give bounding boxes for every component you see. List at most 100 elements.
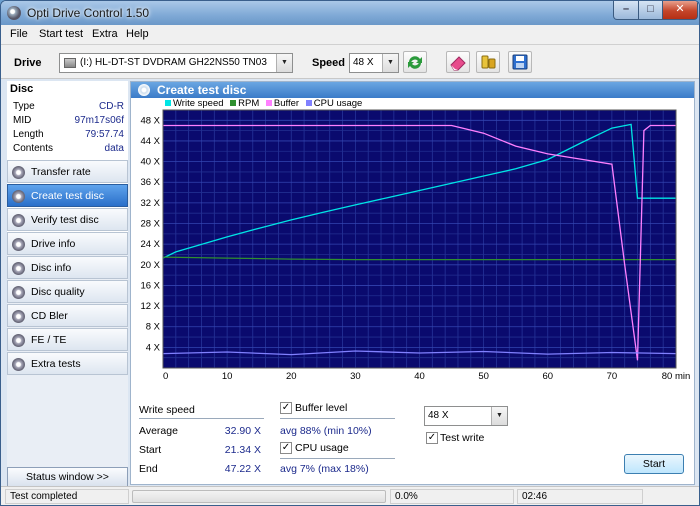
legend-label: CPU usage [313,98,363,109]
y-tick-label: 8 X [146,322,161,333]
end-value: 47.22 X [224,463,261,475]
x-tick-label: 0 [163,371,168,382]
refresh-button[interactable] [403,51,427,73]
disc-field-mid: MID 97m17s06f [13,115,124,126]
menu-file[interactable]: File [10,28,28,40]
sidebar-item-label: CD Bler [31,310,68,322]
disc-icon [12,262,25,275]
status-window-button[interactable]: Status window >> [7,467,128,487]
chevron-down-icon: ▼ [276,54,292,72]
sidebar-item-transfer-rate[interactable]: Transfer rate [7,160,128,183]
disc-icon [12,190,25,203]
legend-label: RPM [238,98,260,109]
save-icon [512,54,528,70]
y-tick-label: 4 X [146,342,161,353]
sidebar-item-disc-info[interactable]: Disc info [7,256,128,279]
buffer-level-value: avg 88% (min 10%) [280,425,372,437]
sidebar-item-drive-info[interactable]: Drive info [7,232,128,255]
main-panel: Create test disc Write speed RPM Buffer … [130,81,695,485]
disc-icon [12,334,25,347]
progress-bar [132,490,386,503]
title-bar[interactable]: Opti Drive Control 1.50 – □ ✕ [1,1,699,25]
x-tick-label: 40 [414,371,425,382]
disc-icon [12,310,25,323]
sidebar-item-create-test-disc[interactable]: Create test disc [7,184,128,207]
window-title: Opti Drive Control 1.50 [27,6,150,20]
x-tick-label: 30 [350,371,361,382]
menu-extra[interactable]: Extra [92,28,118,40]
field-value: CD-R [99,101,124,112]
sidebar-item-disc-quality[interactable]: Disc quality [7,280,128,303]
tools-button[interactable] [476,51,500,73]
tools-icon [481,55,496,69]
field-key: Contents [13,143,54,154]
app-window: Opti Drive Control 1.50 – □ ✕ File Start… [0,0,700,506]
progress-percent: 0.0% [390,489,514,504]
test-write-label: Test write [440,432,485,444]
disc-icon [138,84,150,96]
average-label: Average [139,425,178,437]
x-tick-label: 80 min [662,371,691,382]
divider [280,418,395,419]
toolbar: Drive (I:) HL-DT-ST DVDRAM GH22NS50 TN03… [1,45,699,79]
sidebar-item-cd-bler[interactable]: CD Bler [7,304,128,327]
y-tick-label: 44 X [140,136,160,147]
x-tick-label: 20 [286,371,297,382]
start-button[interactable]: Start [624,454,684,474]
drive-label: Drive [14,57,42,69]
x-tick-label: 50 [478,371,489,382]
disc-heading: Disc [7,81,128,97]
minimize-button[interactable]: – [613,1,639,20]
erase-button[interactable] [446,51,470,73]
maximize-button[interactable]: □ [638,1,663,20]
cpu-usage-label: CPU usage [295,442,349,454]
sidebar-item-fe-te[interactable]: FE / TE [7,328,128,351]
chevron-down-icon: ▼ [382,54,398,72]
chart-area: Write speed RPM Buffer CPU usage 4 X 8 X 1… [131,98,694,398]
field-value: 97m17s06f [74,115,124,126]
status-message: Test completed [5,489,129,504]
cpu-usage-checkbox[interactable]: ✓ [280,442,292,454]
legend-item-buffer: Buffer [265,98,299,109]
y-tick-label: 40 X [140,157,160,168]
sidebar-item-label: Disc quality [31,286,85,298]
speed-select[interactable]: 48 X ▼ [349,53,399,73]
legend-swatch [230,100,237,106]
test-speed-value: 48 X [428,410,449,421]
field-key: Type [13,101,35,112]
results-panel: Write speed Average 32.90 X Start 21.34 … [131,398,694,484]
y-tick-label: 12 X [140,301,160,312]
drive-select[interactable]: (I:) HL-DT-ST DVDRAM GH22NS50 TN03 ▼ [59,53,293,73]
disc-icon [12,166,25,179]
sidebar-item-verify-test-disc[interactable]: Verify test disc [7,208,128,231]
menu-bar: File Start test Extra Help [1,25,699,45]
test-speed-select[interactable]: 48 X ▼ [424,406,508,426]
sidebar-item-label: Transfer rate [31,166,91,178]
sidebar-item-label: Drive info [31,238,76,250]
legend-label: Write speed [173,98,224,109]
y-tick-label: 36 X [140,177,160,188]
drive-icon [64,58,76,68]
x-tick-label: 60 [542,371,553,382]
legend-swatch [305,100,312,106]
y-tick-label: 20 X [140,260,160,271]
divider [139,418,264,419]
x-tick-label: 70 [607,371,618,382]
buffer-level-checkbox[interactable]: ✓ [280,402,292,414]
save-button[interactable] [508,51,532,73]
menu-start-test[interactable]: Start test [39,28,83,40]
menu-help[interactable]: Help [126,28,149,40]
sidebar-item-label: Verify test disc [31,214,99,226]
disc-field-length: Length 79:57.74 [13,129,124,140]
sidebar-item-extra-tests[interactable]: Extra tests [7,352,128,375]
legend-swatch [165,100,171,106]
disc-app-icon [7,6,21,20]
close-button[interactable]: ✕ [662,1,698,20]
start-label: Start [139,444,162,456]
divider [280,458,395,459]
test-write-checkbox[interactable]: ✓ [426,432,438,444]
end-label: End [139,463,158,475]
field-key: Length [13,129,44,140]
chevron-down-icon: ▼ [491,407,507,425]
write-speed-heading: Write speed [139,404,195,416]
